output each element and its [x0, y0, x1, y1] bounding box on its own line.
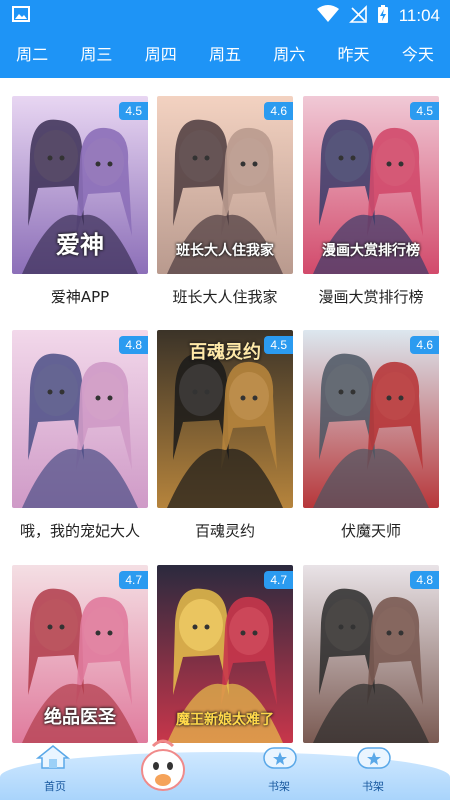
comic-card[interactable]: 爱神 4.5 爱神APP	[12, 96, 148, 307]
status-bar: 11:04	[0, 0, 450, 32]
wifi-icon	[316, 5, 339, 27]
cover-title-art: 漫画大赏排行榜	[322, 243, 420, 259]
comic-card[interactable]: 4.8 哦，我的宠妃大人	[12, 330, 148, 541]
rating-badge: 4.8	[119, 336, 148, 354]
comic-card[interactable]: 百魂灵约 4.5 百魂灵约	[157, 330, 293, 541]
rating-badge: 4.6	[264, 102, 293, 120]
cover-title-art: 爱神	[56, 231, 104, 259]
tab-thursday[interactable]: 周四	[129, 32, 193, 78]
nav-shelf-label-2[interactable]: 书架	[362, 778, 384, 794]
tab-today[interactable]: 今天	[386, 32, 450, 78]
home-icon[interactable]	[35, 744, 71, 774]
comic-grid: 爱神 4.5 爱神APP 班长大人住我家 4.6 班长大人住我家 漫画大赏排行榜 4.5 漫…	[0, 78, 450, 800]
cover-title-art: 魔王新娘太难了	[176, 712, 274, 728]
bookshelf-icon-2[interactable]	[356, 742, 392, 774]
mascot-icon[interactable]	[138, 736, 188, 798]
comic-cover-image[interactable]: 4.8	[12, 330, 148, 508]
cover-title-art: 绝品医圣	[44, 707, 116, 728]
rating-badge: 4.5	[119, 102, 148, 120]
comic-cover-image[interactable]: 班长大人住我家 4.6	[157, 96, 293, 274]
comic-card[interactable]: 4.6 伏魔天师	[303, 330, 439, 541]
bookshelf-icon[interactable]	[262, 742, 298, 774]
tab-saturday[interactable]: 周六	[257, 32, 321, 78]
comic-card[interactable]: 班长大人住我家 4.6 班长大人住我家	[157, 96, 293, 307]
comic-cover-image[interactable]: 4.6	[303, 330, 439, 508]
battery-charging-icon	[377, 4, 389, 28]
nav-home-label[interactable]: 首页	[44, 778, 66, 794]
comic-card[interactable]: 漫画大赏排行榜 4.5 漫画大赏排行榜	[303, 96, 439, 307]
rating-badge: 4.6	[410, 336, 439, 354]
tab-tuesday[interactable]: 周二	[0, 32, 64, 78]
comic-cover-image[interactable]: 4.8	[303, 565, 439, 743]
signal-off-icon	[348, 5, 367, 27]
tab-friday[interactable]: 周五	[193, 32, 257, 78]
comic-cover-image[interactable]: 绝品医圣 4.7	[12, 565, 148, 743]
rating-badge: 4.5	[410, 102, 439, 120]
rating-badge: 4.7	[119, 571, 148, 589]
status-time: 11:04	[398, 6, 440, 25]
cover-title-art: 班长大人住我家	[176, 243, 274, 259]
comic-title[interactable]: 百魂灵约	[157, 520, 293, 541]
comic-title[interactable]: 班长大人住我家	[157, 286, 293, 307]
image-icon	[12, 6, 30, 26]
rating-badge: 4.7	[264, 571, 293, 589]
comic-title[interactable]: 哦，我的宠妃大人	[12, 520, 148, 541]
day-tab-bar: 周二 周三 周四 周五 周六 昨天 今天	[0, 32, 450, 78]
tab-yesterday[interactable]: 昨天	[321, 32, 385, 78]
comic-cover-image[interactable]: 魔王新娘太难了 4.7	[157, 565, 293, 743]
bottom-nav: 首页 书架 书架	[0, 739, 450, 800]
rating-badge: 4.5	[264, 336, 293, 354]
tab-wednesday[interactable]: 周三	[64, 32, 128, 78]
comic-title[interactable]: 爱神APP	[12, 286, 148, 307]
rating-badge: 4.8	[410, 571, 439, 589]
comic-cover-image[interactable]: 漫画大赏排行榜 4.5	[303, 96, 439, 274]
nav-shelf-label[interactable]: 书架	[268, 778, 290, 794]
comic-title[interactable]: 伏魔天师	[303, 520, 439, 541]
comic-cover-image[interactable]: 百魂灵约 4.5	[157, 330, 293, 508]
comic-cover-image[interactable]: 爱神 4.5	[12, 96, 148, 274]
comic-title[interactable]: 漫画大赏排行榜	[303, 286, 439, 307]
